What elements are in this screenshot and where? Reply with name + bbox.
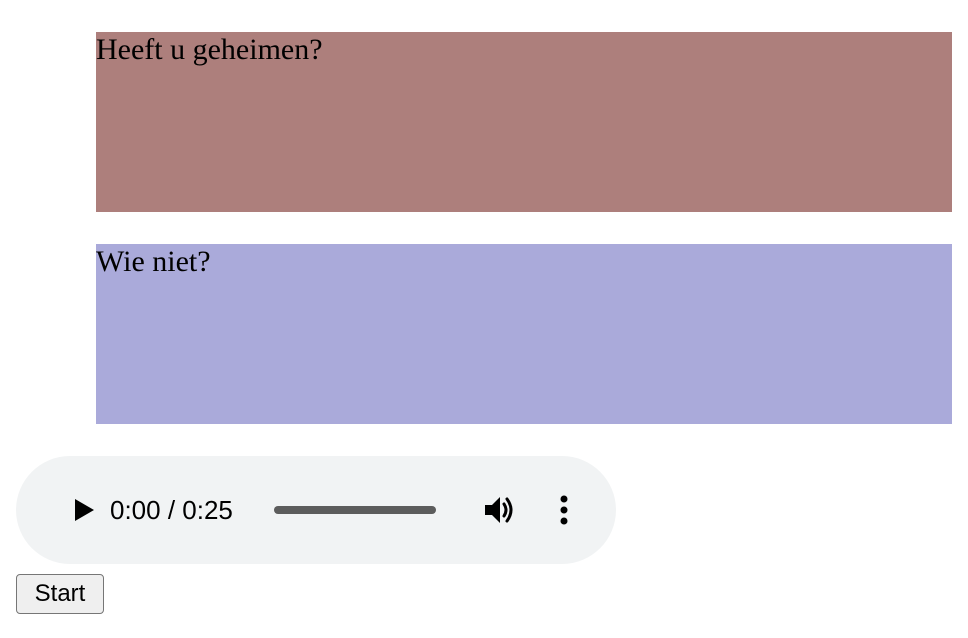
audio-player: 0:00 / 0:25	[16, 456, 616, 564]
more-options-icon	[560, 495, 568, 525]
start-button[interactable]: Start	[16, 574, 104, 614]
cue-box-1: Heeft u geheimen?	[96, 32, 952, 212]
seek-slider[interactable]	[274, 506, 436, 514]
cue-box-2: Wie niet?	[96, 244, 952, 424]
play-icon	[75, 499, 94, 521]
volume-button[interactable]	[480, 490, 520, 530]
play-button[interactable]	[64, 492, 104, 528]
cue-text-1: Heeft u geheimen?	[96, 33, 323, 66]
more-options-button[interactable]	[546, 490, 582, 530]
volume-icon	[485, 497, 513, 523]
cue-text-2: Wie niet?	[96, 245, 211, 278]
time-display: 0:00 / 0:25	[110, 495, 233, 525]
